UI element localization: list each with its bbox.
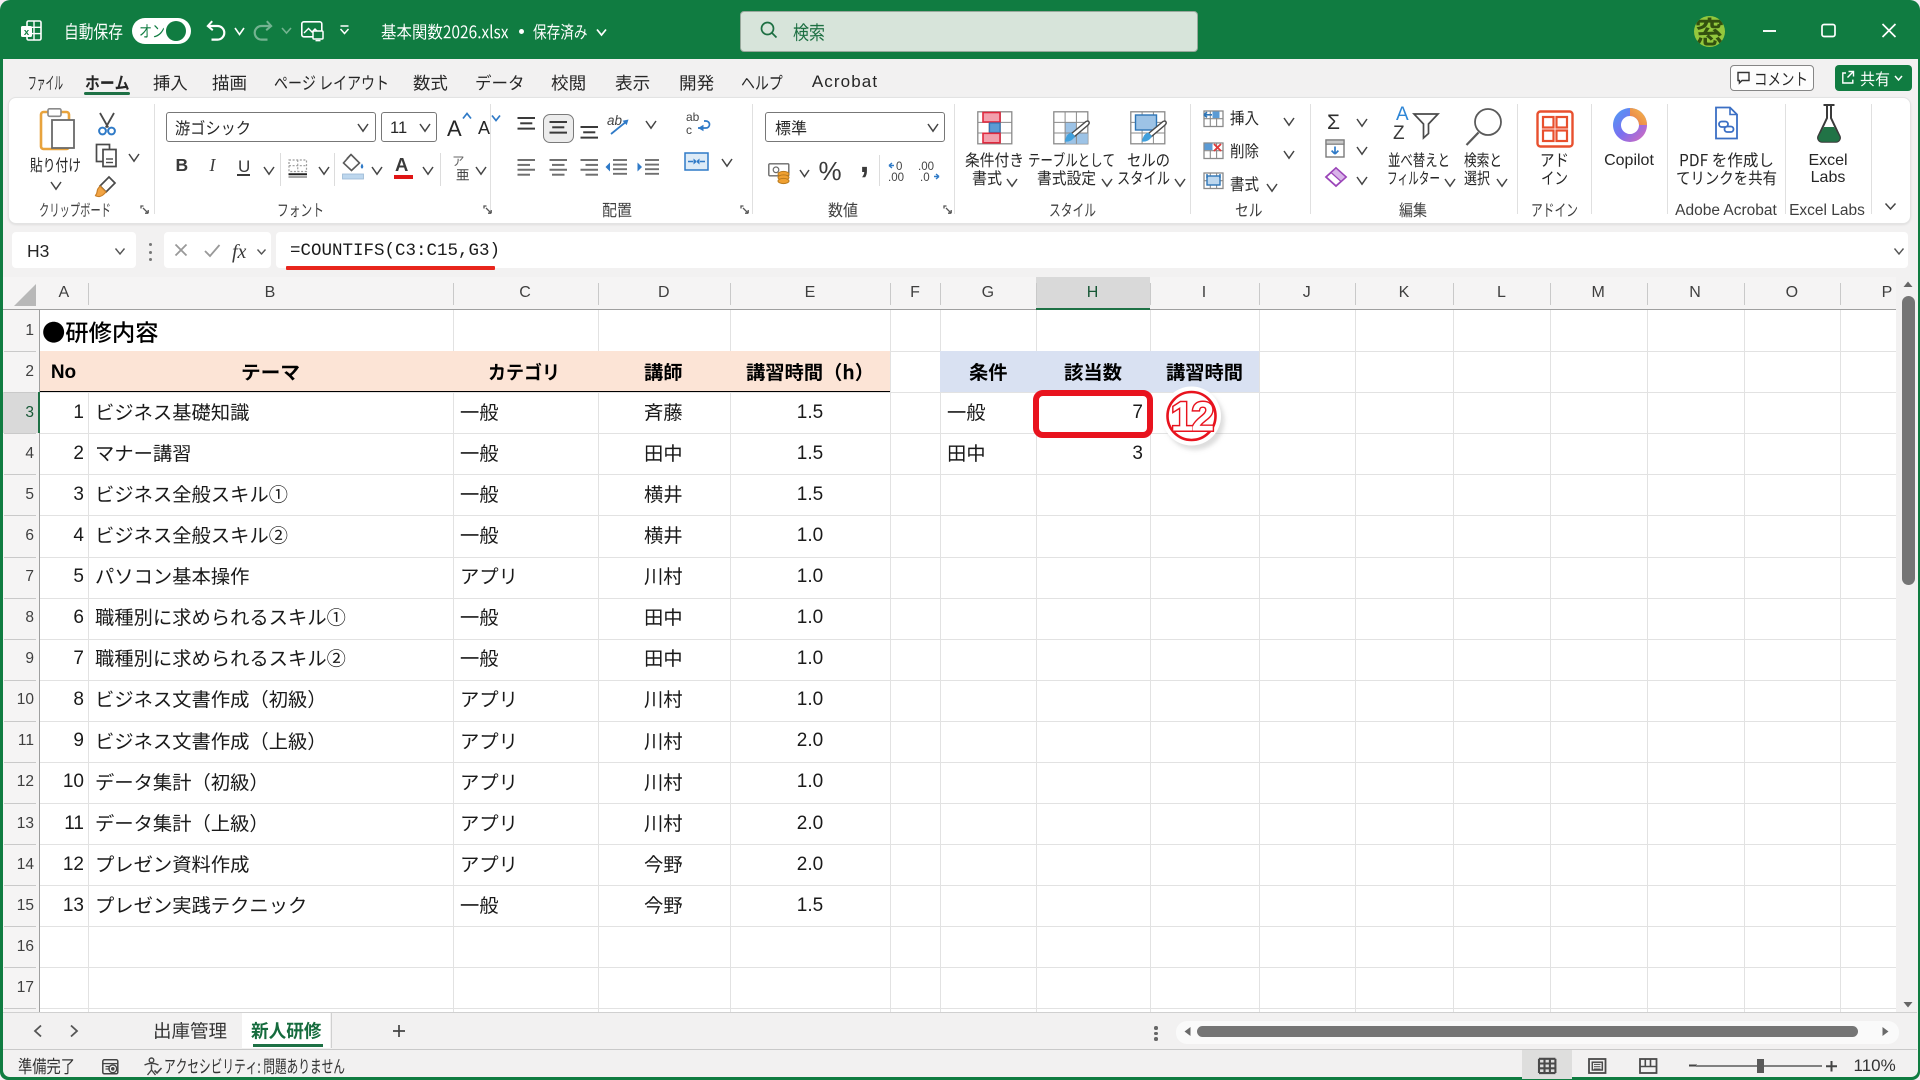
svg-text:12: 12: [1171, 394, 1214, 440]
svg-text:x: x: [24, 27, 30, 38]
svg-text:.00: .00: [888, 172, 904, 184]
svg-text:0: 0: [896, 161, 902, 173]
svg-text:c: c: [686, 123, 692, 137]
svg-text:.0: .0: [920, 172, 930, 184]
svg-text:A: A: [1396, 104, 1409, 125]
svg-text:Z: Z: [1393, 123, 1405, 144]
svg-text:ab: ab: [686, 110, 700, 124]
